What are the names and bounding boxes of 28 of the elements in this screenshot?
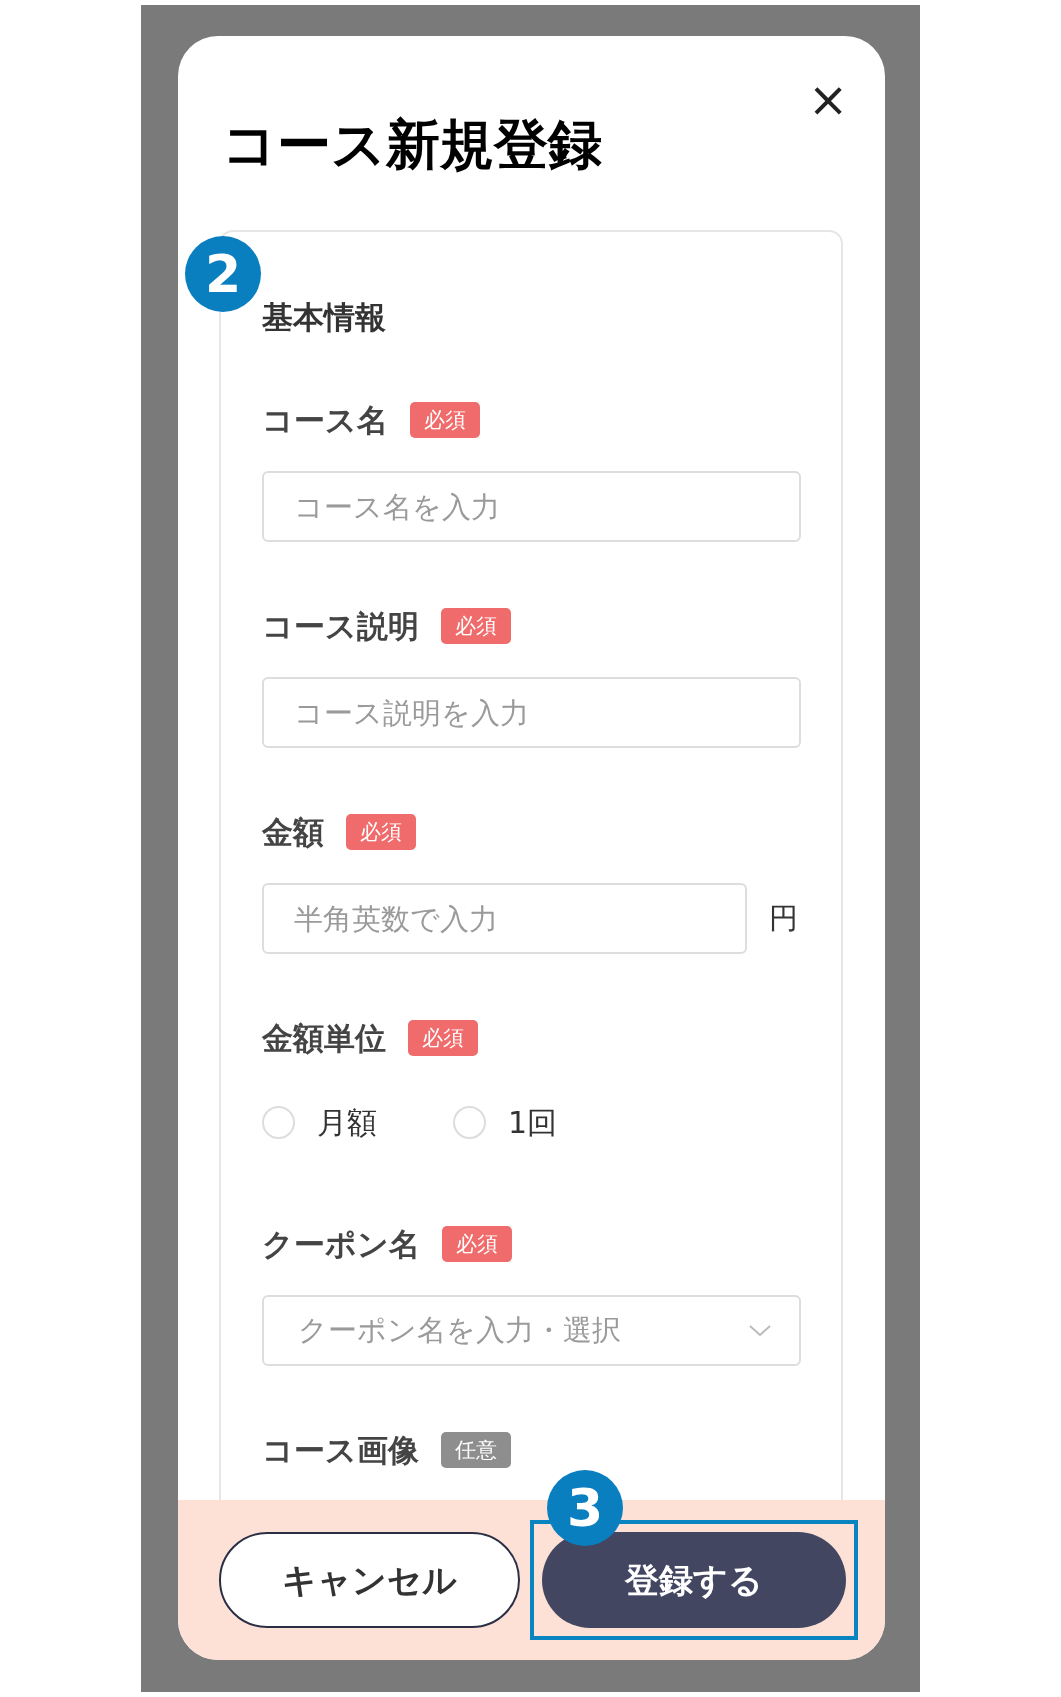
chevron-down-icon bbox=[749, 1324, 771, 1337]
dialog-title: コース新規登録 bbox=[222, 118, 602, 172]
field-label: コース説明 bbox=[262, 606, 419, 646]
required-tag: 必須 bbox=[346, 814, 416, 850]
amount-field[interactable]: 半角英数で入力 bbox=[262, 883, 747, 954]
cancel-button[interactable]: キャンセル bbox=[219, 1532, 520, 1628]
text-field[interactable]: コース名を入力 bbox=[262, 471, 801, 542]
field-label: クーポン名 bbox=[262, 1224, 420, 1264]
required-tag: 必須 bbox=[408, 1020, 478, 1056]
register-button[interactable]: 登録する bbox=[542, 1532, 846, 1628]
field-label: 金額単位 bbox=[262, 1018, 386, 1058]
currency-unit: 円 bbox=[769, 899, 798, 937]
required-tag: 必須 bbox=[410, 402, 480, 438]
text-field[interactable]: コース説明を入力 bbox=[262, 677, 801, 748]
field-label: 金額 bbox=[262, 812, 324, 852]
field-label: コース画像 bbox=[262, 1430, 419, 1470]
radio-label: 月額 bbox=[317, 1104, 377, 1142]
radio-label: 1回 bbox=[508, 1104, 558, 1142]
optional-tag: 任意 bbox=[441, 1432, 511, 1468]
field-label: コース名 bbox=[262, 400, 388, 440]
step-marker: 3 bbox=[547, 1470, 623, 1546]
radio-button[interactable] bbox=[262, 1106, 295, 1139]
required-tag: 必須 bbox=[442, 1226, 512, 1262]
section-heading: 基本情報 bbox=[262, 298, 387, 337]
close-button[interactable]: × bbox=[803, 74, 853, 124]
step-marker: 2 bbox=[185, 236, 261, 312]
required-tag: 必須 bbox=[441, 608, 511, 644]
radio-button[interactable] bbox=[453, 1106, 486, 1139]
